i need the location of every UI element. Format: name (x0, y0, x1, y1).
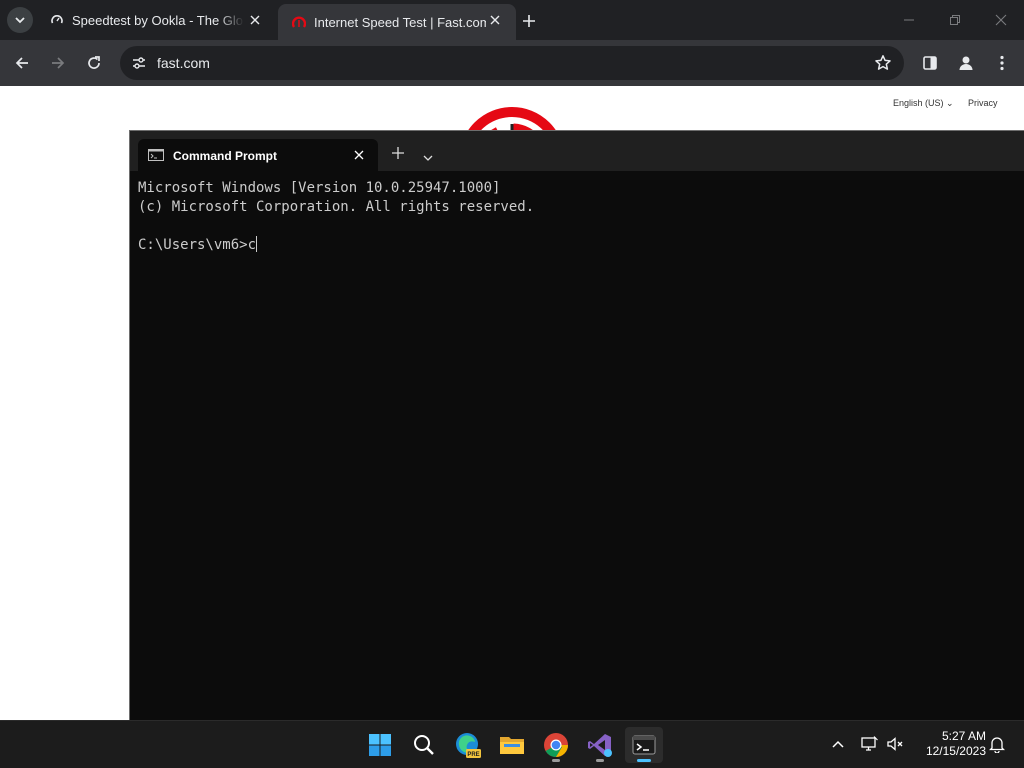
terminal-profile-dropdown[interactable] (422, 149, 434, 161)
terminal-prompt-line: C:\Users\vm6>c (138, 237, 257, 253)
speedtest-favicon (51, 15, 63, 24)
terminal-line: Microsoft Windows [Version 10.0.25947.10… (138, 180, 501, 196)
bell-icon (989, 737, 1005, 753)
network-button[interactable] (858, 733, 880, 755)
terminal-tab-command-prompt[interactable]: Command Prompt (138, 139, 378, 171)
site-info-button[interactable] (128, 52, 150, 74)
taskbar-app-edge[interactable]: PRE (449, 727, 487, 763)
network-icon (861, 736, 878, 751)
taskbar-clock[interactable]: 5:27 AM 12/15/2023 (914, 729, 986, 759)
windows-start-icon (369, 734, 391, 756)
bookmark-button[interactable] (872, 52, 894, 74)
clock-date: 12/15/2023 (925, 744, 986, 758)
chevron-down-icon (15, 17, 25, 24)
browser-tab-speedtest[interactable]: Speedtest by Ookla - The Global Broadban… (36, 0, 276, 40)
show-hidden-icons-button[interactable] (827, 733, 849, 755)
plus-icon (523, 15, 535, 27)
reload-button[interactable] (80, 49, 108, 77)
side-panel-button[interactable] (916, 49, 944, 77)
menu-icon (1000, 55, 1004, 71)
tab-search-button[interactable] (7, 7, 33, 33)
terminal-output[interactable]: Microsoft Windows [Version 10.0.25947.10… (138, 179, 534, 255)
volume-button[interactable] (884, 733, 906, 755)
terminal-tab-title: Command Prompt (173, 149, 278, 163)
minimize-button[interactable] (886, 0, 932, 40)
url-text: fast.com (157, 55, 210, 71)
terminal-titlebar[interactable]: Command Prompt (130, 131, 1024, 171)
minimize-icon (904, 19, 914, 21)
close-icon (354, 150, 364, 160)
text-cursor (256, 236, 258, 252)
notifications-button[interactable] (986, 733, 1008, 755)
browser-tab-fast[interactable]: Internet Speed Test | Fast.com (278, 4, 516, 40)
taskbar-app-file-explorer[interactable] (493, 727, 531, 763)
restore-icon (950, 15, 960, 25)
tab-title: Internet Speed Test | Fast.com (314, 14, 486, 30)
back-button[interactable] (8, 49, 36, 77)
browser-menu-button[interactable] (988, 49, 1016, 77)
taskbar: PRE 5:27 AM 12/15/2023 (0, 720, 1024, 768)
profile-icon (959, 56, 973, 70)
search-button[interactable] (405, 727, 443, 763)
close-tab-button[interactable] (248, 13, 262, 27)
back-icon (15, 57, 28, 69)
fast-favicon (292, 16, 306, 28)
cmd-icon (148, 149, 164, 161)
terminal-line: (c) Microsoft Corporation. All rights re… (138, 199, 535, 215)
new-tab-button[interactable] (518, 10, 540, 32)
clock-time: 5:27 AM (941, 729, 986, 743)
address-bar[interactable]: fast.com (120, 46, 904, 80)
terminal-window[interactable]: Command Prompt Microsoft Windows [Versio… (129, 130, 1024, 720)
close-terminal-tab-button[interactable] (352, 148, 366, 162)
edge-preview-icon: PRE (456, 733, 481, 758)
taskbar-app-chrome[interactable] (537, 727, 575, 763)
search-icon (414, 735, 434, 755)
language-selector[interactable]: English (US) ⌄ (893, 98, 954, 109)
close-icon (490, 15, 500, 25)
folder-icon (500, 737, 524, 754)
plus-icon (392, 147, 404, 159)
chevron-down-icon: ⌄ (946, 98, 954, 108)
volume-muted-icon (887, 737, 903, 751)
tab-title: Speedtest by Ookla - The Global Broadban… (72, 12, 244, 28)
side-panel-icon (923, 56, 937, 70)
restore-button[interactable] (932, 0, 978, 40)
site-info-icon (133, 57, 145, 69)
close-icon (995, 14, 1007, 26)
chrome-icon (544, 733, 568, 757)
taskbar-app-terminal[interactable] (625, 727, 663, 763)
running-indicator (596, 759, 604, 762)
reload-icon (88, 56, 100, 69)
visual-studio-icon (588, 734, 612, 757)
terminal-icon (632, 735, 656, 755)
close-window-button[interactable] (978, 0, 1024, 40)
chevron-up-icon (832, 740, 844, 748)
browser-toolbar: fast.com (0, 40, 1024, 86)
running-indicator (552, 759, 560, 762)
star-icon (875, 55, 891, 70)
browser-tab-strip: Speedtest by Ookla - The Global Broadban… (0, 0, 1024, 40)
forward-icon (52, 57, 65, 69)
terminal-new-tab-button[interactable] (390, 145, 406, 161)
taskbar-app-visual-studio[interactable] (581, 727, 619, 763)
privacy-link[interactable]: Privacy (968, 98, 998, 108)
chevron-down-icon (423, 155, 433, 161)
forward-button[interactable] (44, 49, 72, 77)
profile-button[interactable] (952, 49, 980, 77)
close-icon (250, 15, 260, 25)
start-button[interactable] (361, 727, 399, 763)
edge-badge: PRE (467, 752, 479, 758)
language-label: English (US) (893, 98, 944, 108)
close-tab-button[interactable] (488, 13, 502, 27)
active-indicator (637, 759, 651, 762)
